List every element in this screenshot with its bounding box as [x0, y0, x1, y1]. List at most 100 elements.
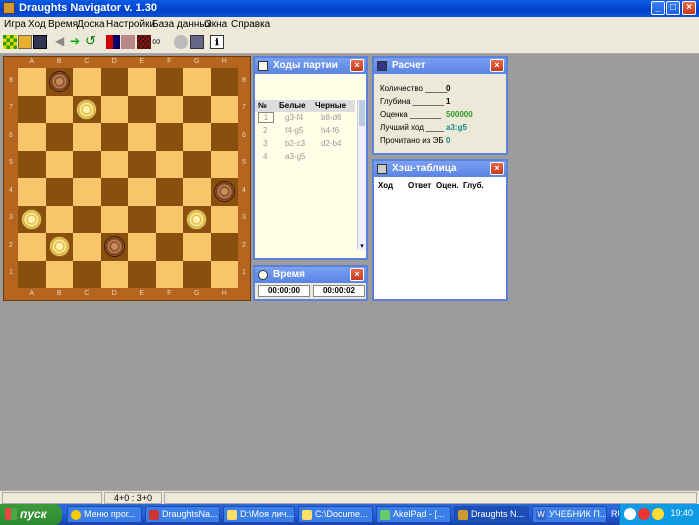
- task-button[interactable]: W УЧЕБНИК П...: [532, 506, 607, 523]
- white-piece[interactable]: [76, 98, 97, 120]
- square-d3[interactable]: [100, 205, 128, 233]
- square-e1[interactable]: [128, 260, 156, 288]
- window-icon[interactable]: [190, 35, 204, 49]
- square-c5[interactable]: [73, 150, 101, 178]
- menu-move[interactable]: Ход: [28, 19, 46, 30]
- menu-windows[interactable]: Окна: [204, 19, 227, 30]
- square-b3[interactable]: [45, 205, 73, 233]
- square-g8[interactable]: [183, 68, 211, 96]
- square-a8[interactable]: [18, 68, 46, 96]
- new-game-icon[interactable]: [3, 35, 17, 49]
- square-c2[interactable]: [73, 233, 101, 261]
- square-f2[interactable]: [155, 233, 183, 261]
- checkers-board[interactable]: [18, 68, 238, 288]
- square-b1[interactable]: [45, 260, 73, 288]
- square-d8[interactable]: [100, 68, 128, 96]
- square-d5[interactable]: [100, 150, 128, 178]
- square-h2[interactable]: [210, 233, 238, 261]
- binoculars-icon[interactable]: ∞: [152, 35, 166, 49]
- square-a4[interactable]: [18, 178, 46, 206]
- square-g1[interactable]: [183, 260, 211, 288]
- move-row[interactable]: 2 f4-g5 h4-f6: [255, 126, 355, 138]
- square-h4[interactable]: [210, 178, 238, 206]
- move-row[interactable]: 4 a3-g5: [255, 152, 355, 164]
- square-f5[interactable]: [155, 150, 183, 178]
- task-button[interactable]: DraughtsNa...: [145, 506, 220, 523]
- square-h5[interactable]: [210, 150, 238, 178]
- square-g7[interactable]: [183, 95, 211, 123]
- forward-icon[interactable]: ➔: [70, 35, 84, 49]
- square-c1[interactable]: [73, 260, 101, 288]
- save-icon[interactable]: [33, 35, 47, 49]
- square-e5[interactable]: [128, 150, 156, 178]
- square-a1[interactable]: [18, 260, 46, 288]
- menu-board[interactable]: Доска: [77, 19, 105, 30]
- task-button-active[interactable]: Draughts N...: [454, 506, 529, 523]
- task-button[interactable]: D:\Моя лич...: [223, 506, 295, 523]
- square-f1[interactable]: [155, 260, 183, 288]
- square-e6[interactable]: [128, 123, 156, 151]
- menu-settings[interactable]: Настройки: [106, 19, 155, 30]
- square-h6[interactable]: [210, 123, 238, 151]
- white-piece[interactable]: [186, 208, 207, 230]
- square-a2[interactable]: [18, 233, 46, 261]
- square-f4[interactable]: [155, 178, 183, 206]
- task-button[interactable]: Меню прог...: [67, 506, 142, 523]
- close-button[interactable]: ×: [682, 1, 696, 15]
- square-f7[interactable]: [155, 95, 183, 123]
- black-piece[interactable]: [213, 181, 235, 202]
- square-g6[interactable]: [183, 123, 211, 151]
- square-d2[interactable]: [100, 233, 128, 261]
- square-g3[interactable]: [183, 205, 211, 233]
- square-b5[interactable]: [45, 150, 73, 178]
- square-d7[interactable]: [100, 95, 128, 123]
- hash-panel-close-button[interactable]: ×: [490, 162, 504, 175]
- white-piece[interactable]: [21, 208, 42, 230]
- menu-database[interactable]: База данных: [152, 19, 212, 30]
- square-h3[interactable]: [210, 205, 238, 233]
- square-h7[interactable]: [210, 95, 238, 123]
- square-h8[interactable]: [210, 68, 238, 96]
- square-b8[interactable]: [45, 68, 73, 96]
- task-button[interactable]: C:\Docume...: [298, 506, 373, 523]
- square-d4[interactable]: [100, 178, 128, 206]
- white-piece[interactable]: [48, 236, 70, 257]
- scroll-thumb[interactable]: [359, 100, 365, 126]
- square-c4[interactable]: [73, 178, 101, 206]
- square-e7[interactable]: [128, 95, 156, 123]
- stop-icon[interactable]: [174, 35, 188, 49]
- square-d6[interactable]: [100, 123, 128, 151]
- start-button[interactable]: пуск: [0, 504, 62, 525]
- edit-icon[interactable]: [121, 35, 135, 49]
- square-c6[interactable]: [73, 123, 101, 151]
- calc-panel-close-button[interactable]: ×: [490, 59, 504, 72]
- menu-time[interactable]: Время: [48, 19, 78, 30]
- setup-board-icon[interactable]: [137, 35, 151, 49]
- square-b4[interactable]: [45, 178, 73, 206]
- square-d1[interactable]: [100, 260, 128, 288]
- menu-help[interactable]: Справка: [231, 19, 270, 30]
- square-a7[interactable]: [18, 95, 46, 123]
- move-row[interactable]: 3 b2-c3 d2-b4: [255, 139, 355, 151]
- maximize-button[interactable]: □: [666, 1, 680, 15]
- square-c3[interactable]: [73, 205, 101, 233]
- tray-icon[interactable]: [652, 508, 664, 520]
- chevron-down-icon[interactable]: ▾: [358, 242, 366, 250]
- square-f3[interactable]: [155, 205, 183, 233]
- tray-icon[interactable]: [624, 508, 636, 520]
- square-h1[interactable]: [210, 260, 238, 288]
- square-b6[interactable]: [45, 123, 73, 151]
- square-c7[interactable]: [73, 95, 101, 123]
- square-e8[interactable]: [128, 68, 156, 96]
- undo-icon[interactable]: ↺: [85, 34, 99, 49]
- back-icon[interactable]: ◀: [55, 35, 69, 49]
- square-c8[interactable]: [73, 68, 101, 96]
- square-g5[interactable]: [183, 150, 211, 178]
- square-f6[interactable]: [155, 123, 183, 151]
- square-e2[interactable]: [128, 233, 156, 261]
- square-g2[interactable]: [183, 233, 211, 261]
- square-b7[interactable]: [45, 95, 73, 123]
- square-f8[interactable]: [155, 68, 183, 96]
- moves-scrollbar[interactable]: ▾: [357, 100, 366, 250]
- moves-panel-close-button[interactable]: ×: [350, 59, 364, 72]
